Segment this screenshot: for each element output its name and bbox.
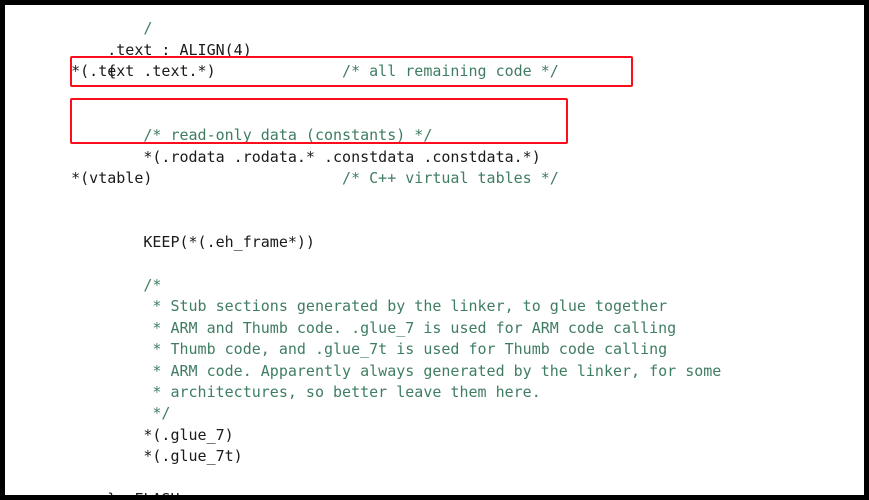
code-line-text: } >FLASH <box>107 490 179 495</box>
code-line-text: *(.rodata .rodata.* .constdata .constdat… <box>107 147 541 166</box>
code-line-close-brace-flash: } >FLASH <box>5 468 864 495</box>
code-line-text: * Stub sections generated by the linker,… <box>107 297 668 316</box>
code-line-keep-eh-frame: KEEP(*(.eh_frame*)) <box>5 211 864 251</box>
code-text-pattern: *(.text .text.*) <box>35 62 343 81</box>
code-line-text: */ <box>107 404 171 423</box>
code-line-text-input-sections: *(.text .text.*) /* all remaining code *… <box>5 61 864 82</box>
code-listing[interactable]: / .text : ALIGN(4) { *(.text .text.*) /*… <box>5 5 864 495</box>
code-line-text: *(.glue_7) <box>107 425 234 444</box>
code-line-text: * Thumb code, and .glue_7t is used for T… <box>107 340 668 359</box>
code-line: / <box>5 5 864 37</box>
code-line-text: * ARM code. Apparently always generated … <box>107 361 722 380</box>
code-canvas: / .text : ALIGN(4) { *(.text .text.*) /*… <box>5 5 864 495</box>
code-inline-comment: /* all remaining code */ <box>342 62 559 81</box>
code-line-text: *(.glue_7t) <box>107 447 243 466</box>
code-line-vtable: *(vtable) /* C++ virtual tables */ <box>5 168 864 189</box>
code-line-text: / <box>107 19 153 38</box>
code-line-text: .text : ALIGN(4) <box>107 40 252 59</box>
code-line-text: * ARM and Thumb code. .glue_7 is used fo… <box>107 318 677 337</box>
code-line-text: * architectures, so better leave them he… <box>107 383 541 402</box>
code-text-pattern: *(vtable) <box>35 169 343 188</box>
code-inline-comment: /* C++ virtual tables */ <box>342 169 559 188</box>
code-line-text: /* <box>107 276 162 295</box>
code-line-block-comment-open: /* <box>5 254 864 294</box>
code-line-text: /* read-only data (constants) */ <box>107 126 433 145</box>
screenshot-root: / .text : ALIGN(4) { *(.text .text.*) /*… <box>0 0 869 500</box>
code-line-text: KEEP(*(.eh_frame*)) <box>107 233 315 252</box>
code-line-rodata-comment: /* read-only data (constants) */ <box>5 104 864 144</box>
